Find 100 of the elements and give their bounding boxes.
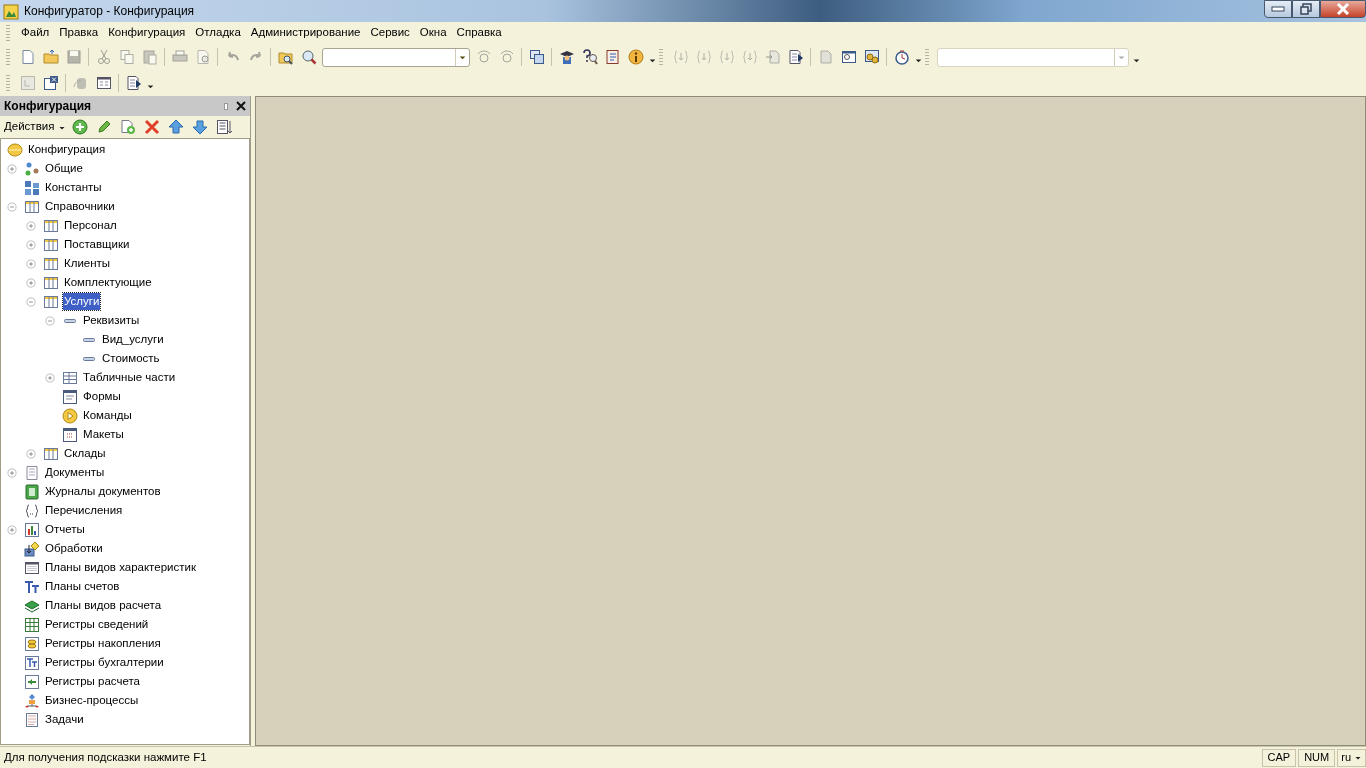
tree-item[interactable]: Справочники — [44, 197, 116, 216]
ellipse-icon — [7, 142, 23, 159]
tree-item[interactable]: Табличные части — [82, 368, 177, 387]
window-search-icon[interactable] — [840, 49, 857, 65]
form-icon[interactable] — [95, 75, 112, 91]
play-circle-icon — [62, 408, 78, 425]
pin-icon[interactable] — [224, 102, 228, 110]
expand-icon[interactable] — [26, 277, 36, 288]
mortarboard-icon[interactable] — [558, 49, 575, 65]
expand-icon[interactable] — [7, 467, 17, 478]
document-play-icon[interactable] — [787, 49, 804, 65]
tree-item[interactable]: Формы — [82, 387, 122, 406]
tree-item[interactable]: Стоимость — [101, 349, 161, 368]
braces-icon — [24, 503, 40, 520]
minimize-button[interactable] — [1264, 0, 1292, 18]
tree-item[interactable]: Перечисления — [44, 501, 124, 520]
search-icon[interactable] — [300, 49, 317, 65]
tree-item[interactable]: Общие — [44, 159, 84, 178]
expand-icon[interactable] — [7, 524, 17, 535]
tree-item[interactable]: Планы счетов — [44, 577, 121, 596]
table-icon — [43, 256, 59, 273]
menu-item[interactable]: Конфигурация — [103, 23, 191, 43]
tree-item[interactable]: Бизнес-процессы — [44, 691, 140, 710]
tree-item[interactable]: Задачи — [44, 710, 85, 729]
menu-item[interactable]: Файл — [16, 23, 55, 43]
table-icon — [43, 446, 59, 463]
tree-item[interactable]: Реквизиты — [82, 311, 141, 330]
expand-icon[interactable] — [26, 220, 36, 231]
sort-list-icon[interactable] — [215, 119, 232, 135]
collapse-icon[interactable] — [45, 315, 55, 326]
tree-item[interactable]: Регистры сведений — [44, 615, 150, 634]
tree-item[interactable]: Клиенты — [63, 254, 112, 273]
windows-icon[interactable] — [528, 49, 545, 65]
pencil-icon[interactable] — [95, 119, 112, 135]
document-play-icon[interactable] — [125, 75, 142, 91]
arrow-down-icon[interactable] — [191, 119, 208, 135]
tree-item[interactable]: Журналы документов — [44, 482, 162, 501]
stopwatch-icon[interactable] — [893, 49, 910, 65]
menu-item[interactable]: Справка — [451, 23, 507, 43]
add-icon[interactable] — [71, 119, 88, 135]
tree-item[interactable]: Поставщики — [63, 235, 131, 254]
tree-item[interactable]: Документы — [44, 463, 106, 482]
tree-item[interactable]: Макеты — [82, 425, 125, 444]
components-icon[interactable] — [863, 49, 880, 65]
language-selector[interactable]: ru — [1337, 748, 1366, 767]
tree-item[interactable]: Регистры бухгалтерии — [44, 653, 165, 672]
close-icon — [1336, 3, 1350, 15]
expand-icon[interactable] — [26, 239, 36, 250]
bar-chart-icon — [24, 522, 40, 539]
tree-item[interactable]: Регистры накопления — [44, 634, 162, 653]
menu-item[interactable]: Администрирование — [245, 23, 366, 43]
tree-item[interactable]: Конфигурация — [27, 140, 107, 159]
collapse-icon[interactable] — [26, 296, 36, 307]
tree-item[interactable]: Отчеты — [44, 520, 86, 539]
folder-search-icon[interactable] — [277, 49, 294, 65]
tree-item[interactable]: Константы — [44, 178, 103, 197]
expand-icon[interactable] — [26, 258, 36, 269]
actions-menu[interactable]: Действия — [3, 118, 56, 136]
collapse-icon[interactable] — [7, 201, 17, 212]
tree-item[interactable]: Планы видов расчета — [44, 596, 163, 615]
table-icon — [43, 218, 59, 235]
expand-icon[interactable] — [26, 448, 36, 459]
tree-item[interactable]: Вид_услуги — [101, 330, 165, 349]
menu-item[interactable]: Сервис — [365, 23, 415, 43]
bar-icon — [83, 357, 95, 362]
table-icon — [43, 294, 59, 311]
menu-item[interactable]: Правка — [54, 23, 104, 43]
tree-item[interactable]: Планы видов характеристик — [44, 558, 197, 577]
window-close-icon[interactable] — [42, 75, 59, 91]
copy-add-icon[interactable] — [119, 119, 136, 135]
search-combo-field[interactable] — [322, 47, 470, 67]
layout-icon — [62, 427, 78, 444]
tree-item[interactable]: Регистры расчета — [44, 672, 141, 691]
menu-item[interactable]: Окна — [414, 23, 452, 43]
close-button[interactable] — [1320, 0, 1366, 18]
book-icon[interactable] — [604, 49, 621, 65]
tree-item[interactable]: Комплектующие — [63, 273, 153, 292]
expand-icon[interactable] — [7, 163, 17, 174]
folder-icon[interactable] — [42, 49, 59, 65]
menu-item[interactable]: Отладка — [190, 23, 246, 43]
restore-button[interactable] — [1292, 0, 1320, 18]
arrow-up-icon[interactable] — [167, 119, 184, 135]
close-icon[interactable] — [236, 101, 246, 111]
tree-item[interactable]: Услуги — [63, 292, 101, 311]
tree-item[interactable]: Команды — [82, 406, 133, 425]
tree-item[interactable]: Склады — [63, 444, 107, 463]
document-icon — [24, 465, 40, 482]
help-search-icon[interactable] — [581, 49, 598, 65]
document-icon[interactable] — [19, 49, 36, 65]
expand-icon[interactable] — [45, 372, 55, 383]
status-hint: Для получения подсказки нажмите F1 — [4, 749, 207, 765]
tree-item[interactable]: Обработки — [44, 539, 104, 558]
delete-icon[interactable] — [143, 119, 160, 135]
grid-icon — [24, 617, 40, 634]
info-icon[interactable] — [627, 49, 644, 65]
grid-icon — [24, 560, 40, 577]
tree-item[interactable]: Персонал — [63, 216, 118, 235]
caret-icon[interactable] — [913, 56, 923, 65]
caret-icon[interactable] — [145, 82, 155, 91]
caret-icon[interactable] — [647, 56, 657, 65]
